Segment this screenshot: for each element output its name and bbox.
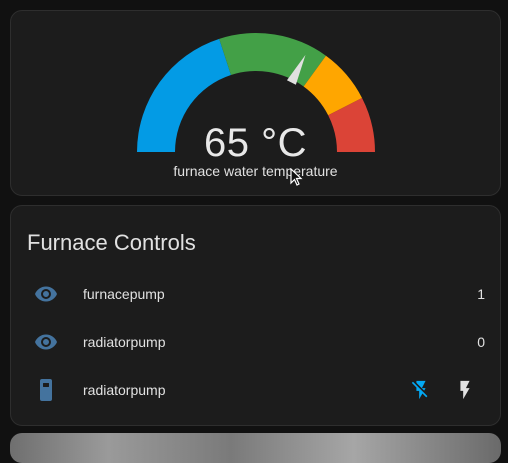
entity-row-radiatorpump-sensor[interactable]: radiatorpump 0 — [11, 322, 500, 362]
entity-state: 1 — [477, 286, 485, 302]
eye-icon — [35, 286, 57, 302]
entity-name: furnacepump — [83, 286, 165, 302]
eye-icon — [35, 334, 57, 350]
turn-off-button[interactable] — [407, 376, 435, 404]
flash-off-icon — [411, 380, 428, 400]
gauge-card[interactable]: 65 °C furnace water temperature — [10, 10, 501, 196]
entity-row-furnacepump[interactable]: furnacepump 1 — [11, 274, 500, 314]
card-title: Furnace Controls — [27, 230, 196, 255]
entity-name: radiatorpump — [83, 382, 166, 398]
furnace-controls-card: Furnace Controls furnacepump 1 radiatorp… — [10, 205, 501, 426]
turn-on-button[interactable] — [451, 376, 479, 404]
mouse-cursor-icon — [290, 168, 303, 186]
gauge-name: furnace water temperature — [173, 163, 338, 179]
gauge-value: 65 °C — [204, 121, 307, 165]
next-card-preview — [10, 433, 501, 463]
entity-name: radiatorpump — [83, 334, 166, 350]
entity-state: 0 — [477, 334, 485, 350]
entity-row-radiatorpump-switch[interactable]: radiatorpump — [11, 370, 500, 410]
phone-battery-icon — [40, 379, 52, 401]
flash-icon — [460, 380, 470, 400]
